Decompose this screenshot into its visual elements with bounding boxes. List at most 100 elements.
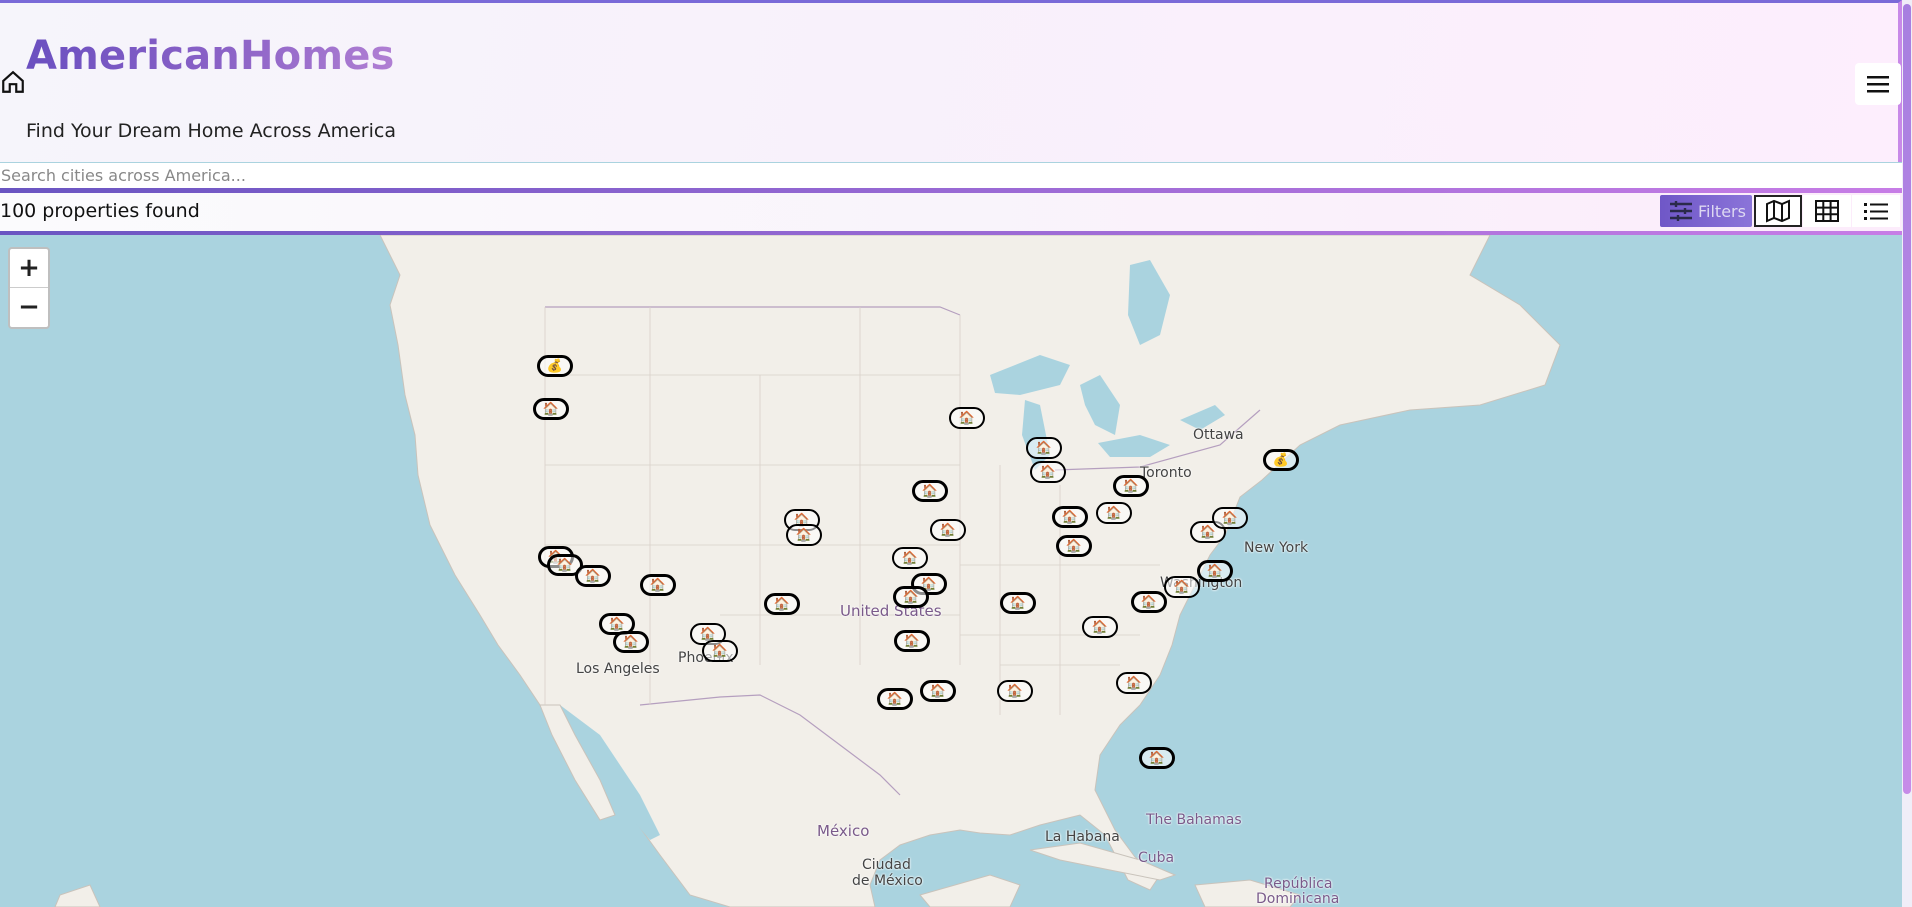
property-marker[interactable]: 🏠 [930, 519, 966, 541]
label-cuba: Cuba [1138, 850, 1175, 866]
house-icon: 🏠 [1206, 563, 1224, 579]
property-marker[interactable]: 🏠 [640, 574, 676, 596]
property-marker[interactable]: 🏠 [949, 407, 985, 429]
property-marker[interactable]: 💰 [537, 355, 573, 377]
property-marker[interactable]: 🏠 [1056, 535, 1092, 557]
label-la-habana: La Habana [1045, 829, 1120, 845]
brand-suffix: Homes [239, 33, 395, 79]
house-icon: 🏠 [1148, 750, 1166, 766]
grid-icon [1815, 200, 1839, 222]
sliders-icon [1670, 201, 1692, 221]
property-marker[interactable]: 🏠 [893, 586, 929, 608]
house-icon: 🏠 [901, 550, 919, 566]
house-icon: 🏠 [1105, 505, 1123, 521]
property-marker[interactable]: 💰 [1263, 449, 1299, 471]
house-icon: 🏠 [1035, 440, 1053, 456]
property-marker[interactable]: 🏠 [1116, 672, 1152, 694]
property-marker[interactable]: 🏠 [892, 547, 928, 569]
home-icon[interactable] [0, 69, 26, 95]
zoom-out-button[interactable]: − [10, 288, 48, 326]
map-view[interactable]: Ottawa Toronto New York Washington Unite… [0, 235, 1902, 907]
house-icon: 🏠 [1125, 675, 1143, 691]
property-marker[interactable]: 🏠 [1052, 506, 1088, 528]
label-de-mexico: de México [852, 873, 923, 889]
label-republica: República [1264, 876, 1333, 892]
property-marker[interactable]: 🏠 [1164, 576, 1200, 598]
house-icon: 🏠 [1199, 524, 1217, 540]
property-marker[interactable]: 🏠 [920, 680, 956, 702]
house-icon: 🏠 [584, 568, 602, 584]
property-marker[interactable]: 🏠 [1030, 461, 1066, 483]
brand-prefix: American [26, 33, 240, 79]
house-icon: 🏠 [929, 683, 947, 699]
house-icon: 🏠 [1173, 579, 1191, 595]
menu-button[interactable] [1855, 63, 1901, 105]
house-icon: 🏠 [542, 401, 560, 417]
house-icon: 🏠 [1221, 510, 1239, 526]
property-marker[interactable]: 🏠 [533, 398, 569, 420]
house-icon: 🏠 [1122, 478, 1140, 494]
house-icon: 🏠 [1061, 509, 1079, 525]
property-marker[interactable]: 🏠 [877, 688, 913, 710]
property-marker[interactable]: 🏠 [894, 630, 930, 652]
list-view-button[interactable] [1852, 195, 1900, 227]
map-view-button[interactable] [1754, 195, 1802, 227]
house-icon: 🏠 [1009, 595, 1027, 611]
house-icon: 🏠 [903, 633, 921, 649]
house-icon: 🏠 [939, 522, 957, 538]
page-scrollbar[interactable] [1902, 0, 1912, 907]
house-icon: 🏠 [921, 483, 939, 499]
grid-view-button[interactable] [1803, 195, 1851, 227]
house-icon: 🏠 [1006, 683, 1024, 699]
house-icon: 🏠 [958, 410, 976, 426]
property-marker[interactable]: 🏠 [1197, 560, 1233, 582]
brand-logo[interactable]: AmericanHomes [26, 33, 395, 79]
label-new-york: New York [1244, 540, 1309, 556]
property-marker[interactable]: 🏠 [764, 593, 800, 615]
zoom-control: + − [8, 247, 50, 329]
label-bahamas: The Bahamas [1146, 812, 1242, 828]
hamburger-icon [1867, 76, 1889, 93]
property-marker[interactable]: 🏠 [1131, 591, 1167, 613]
map-icon [1766, 199, 1790, 223]
property-marker[interactable]: 🏠 [997, 680, 1033, 702]
house-icon: 🏠 [1039, 464, 1057, 480]
property-marker[interactable]: 🏠 [613, 631, 649, 653]
property-marker[interactable]: 🏠 [1139, 747, 1175, 769]
results-toolbar: 100 properties found Filters [0, 193, 1906, 235]
property-marker[interactable]: 🏠 [575, 565, 611, 587]
results-count: 100 properties found [0, 200, 200, 222]
house-icon: 🏠 [1091, 619, 1109, 635]
app-root: AmericanHomes Find Your Dream Home Acros… [0, 0, 1912, 907]
property-marker[interactable]: 🏠 [1082, 616, 1118, 638]
house-icon: 🏠 [773, 596, 791, 612]
house-icon: 🏠 [556, 557, 574, 573]
house-icon: 🏠 [649, 577, 667, 593]
house-icon: 🏠 [711, 643, 729, 659]
header: AmericanHomes Find Your Dream Home Acros… [0, 0, 1902, 162]
scrollbar-thumb[interactable] [1903, 4, 1911, 794]
filters-button[interactable]: Filters [1660, 195, 1752, 227]
property-marker[interactable]: 🏠 [912, 480, 948, 502]
house-icon: 🏠 [622, 634, 640, 650]
search-input[interactable] [0, 163, 1903, 193]
property-marker[interactable]: 🏠 [786, 524, 822, 546]
property-marker[interactable]: 🏠 [1000, 592, 1036, 614]
property-marker[interactable]: 🏠 [1026, 437, 1062, 459]
property-marker[interactable]: 🏠 [1113, 475, 1149, 497]
house-icon: 🏠 [902, 589, 920, 605]
label-united-states: United States [840, 602, 942, 620]
filters-label: Filters [1698, 201, 1746, 221]
house-icon: 🏠 [886, 691, 904, 707]
label-mexico: México [817, 822, 870, 840]
map-basemap [54, 235, 1561, 907]
money-bag-icon: 💰 [546, 358, 564, 374]
label-ciudad: Ciudad [862, 857, 911, 873]
house-icon: 🏠 [1140, 594, 1158, 610]
property-marker[interactable]: 🏠 [1212, 507, 1248, 529]
zoom-in-button[interactable]: + [10, 249, 48, 288]
property-marker[interactable]: 🏠 [702, 640, 738, 662]
house-icon: 🏠 [699, 626, 717, 642]
house-icon: 🏠 [608, 616, 626, 632]
property-marker[interactable]: 🏠 [1096, 502, 1132, 524]
